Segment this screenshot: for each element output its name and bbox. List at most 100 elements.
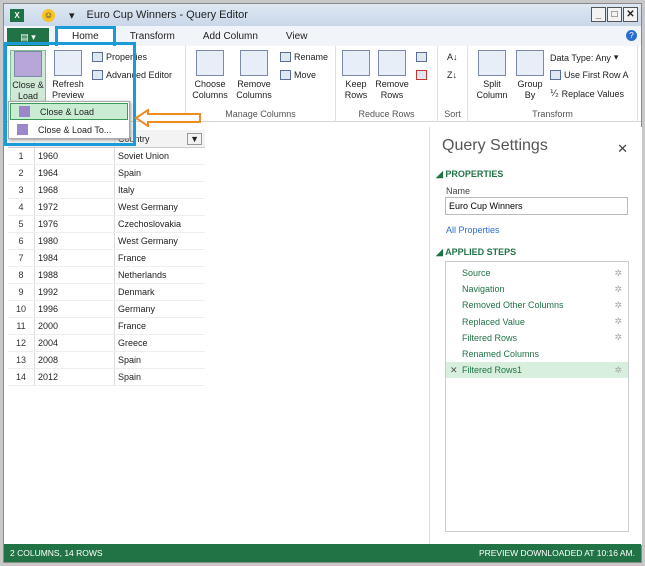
properties-button[interactable]: Properties <box>92 52 147 62</box>
gear-icon[interactable]: ✲ <box>614 284 622 295</box>
remove-rows-icon <box>378 50 406 76</box>
gear-icon[interactable]: ✲ <box>614 365 622 376</box>
menu-item-close-load-to[interactable]: Close & Load To... <box>9 121 129 138</box>
table-cell[interactable]: 1984 <box>34 250 114 266</box>
filter-icon[interactable]: ▼ <box>187 132 202 145</box>
smiley-icon[interactable]: ☺ <box>42 8 55 22</box>
data-grid: Country ▼ 1 1960 Soviet Union 2 1964 Spain 3 196… <box>8 130 205 386</box>
table-cell[interactable]: 2004 <box>34 335 114 351</box>
applied-step[interactable]: Replaced Value ✲ <box>446 314 628 330</box>
table-cell[interactable]: Soviet Union <box>114 148 205 164</box>
table-cell[interactable]: West Germany <box>114 199 205 215</box>
table-cell[interactable]: 1976 <box>34 216 114 232</box>
table-cell[interactable]: Greece <box>114 335 205 351</box>
remove-duplicates-icon[interactable] <box>416 52 427 62</box>
close-load-button[interactable]: Close & Load <box>10 50 46 103</box>
table-cell[interactable]: 2012 <box>34 369 114 385</box>
remove-columns-button[interactable]: Remove Columns <box>232 50 276 101</box>
table-cell[interactable]: Spain <box>114 352 205 368</box>
gear-icon[interactable]: ✲ <box>614 268 622 279</box>
file-menu-button[interactable]: ▤ ▾ <box>7 28 49 46</box>
tab-view[interactable]: View <box>272 28 322 46</box>
table-cell[interactable]: Spain <box>114 369 205 385</box>
maximize-button[interactable]: □ <box>607 7 622 22</box>
close-button[interactable]: ✕ <box>623 7 638 22</box>
properties-heading[interactable]: ◢ PROPERTIES <box>436 169 503 180</box>
minimize-button[interactable]: _ <box>591 7 606 22</box>
delete-step-icon[interactable]: ✕ <box>450 365 458 376</box>
group-by-button[interactable]: Group By <box>514 50 546 101</box>
move-icon <box>280 70 291 80</box>
table-cell[interactable]: 3 <box>8 185 34 195</box>
sort-descending-button[interactable]: Z↓ <box>447 70 457 80</box>
table-cell[interactable]: 13 <box>8 355 34 365</box>
sort-ascending-button[interactable]: A↓ <box>447 52 458 62</box>
applied-step[interactable]: Source ✲ <box>446 265 628 281</box>
table-cell[interactable]: 1972 <box>34 199 114 215</box>
data-type-dropdown[interactable]: Data Type: Any ▾ <box>550 52 618 63</box>
move-button[interactable]: Move <box>280 70 316 80</box>
choose-columns-button[interactable]: Choose Columns <box>190 50 230 101</box>
applied-step[interactable]: Renamed Columns <box>446 346 628 362</box>
table-cell[interactable]: 1988 <box>34 267 114 283</box>
label: Data Type: Any <box>550 52 611 63</box>
table-cell[interactable]: 7 <box>8 253 34 263</box>
applied-step[interactable]: Removed Other Columns ✲ <box>446 297 628 313</box>
close-pane-icon[interactable]: ✕ <box>617 141 628 157</box>
table-cell[interactable]: 12 <box>8 338 34 348</box>
table-cell[interactable]: Germany <box>114 301 205 317</box>
table-cell[interactable]: 2 <box>8 168 34 178</box>
table-cell[interactable]: 1992 <box>34 284 114 300</box>
table-cell[interactable]: 9 <box>8 287 34 297</box>
applied-step[interactable]: ✕ Filtered Rows1 ✲ <box>446 362 628 379</box>
table-cell[interactable]: 6 <box>8 236 34 246</box>
applied-step[interactable]: Filtered Rows ✲ <box>446 330 628 346</box>
table-row: 1 1960 Soviet Union <box>8 148 205 165</box>
table-cell[interactable]: 14 <box>8 372 34 382</box>
applied-steps-heading[interactable]: ◢ APPLIED STEPS <box>436 247 516 258</box>
table-cell[interactable]: 1968 <box>34 182 114 198</box>
advanced-editor-button[interactable]: Advanced Editor <box>92 70 172 80</box>
gear-icon[interactable]: ✲ <box>614 316 622 327</box>
table-cell[interactable]: 2008 <box>34 352 114 368</box>
table-cell[interactable]: 8 <box>8 270 34 280</box>
table-row: 12 2004 Greece <box>8 335 205 352</box>
qat-dropdown-icon[interactable]: ▾ <box>69 9 75 22</box>
remove-errors-icon[interactable] <box>416 70 427 80</box>
table-cell[interactable]: 1996 <box>34 301 114 317</box>
table-cell[interactable]: 2000 <box>34 318 114 334</box>
table-cell[interactable]: Spain <box>114 165 205 181</box>
table-cell[interactable]: 1980 <box>34 233 114 249</box>
gear-icon[interactable]: ✲ <box>614 332 622 343</box>
remove-rows-button[interactable]: Remove Rows <box>374 50 410 101</box>
table-cell[interactable]: Czechoslovakia <box>114 216 205 232</box>
use-first-row-button[interactable]: Use First Row A <box>550 70 629 80</box>
tab-home[interactable]: Home <box>55 26 116 46</box>
menu-item-close-load[interactable]: Close & Load <box>10 103 128 120</box>
rename-button[interactable]: Rename <box>280 52 328 62</box>
table-cell[interactable]: Italy <box>114 182 205 198</box>
replace-values-button[interactable]: ⅟₂ Replace Values <box>550 88 624 99</box>
table-cell[interactable]: 10 <box>8 304 34 314</box>
table-cell[interactable]: 5 <box>8 219 34 229</box>
keep-rows-button[interactable]: Keep Rows <box>340 50 372 101</box>
table-cell[interactable]: 1 <box>8 151 34 161</box>
tab-add-column[interactable]: Add Column <box>189 28 272 46</box>
all-properties-link[interactable]: All Properties <box>446 225 500 235</box>
tab-transform[interactable]: Transform <box>116 28 189 46</box>
table-cell[interactable]: West Germany <box>114 233 205 249</box>
table-cell[interactable]: France <box>114 318 205 334</box>
name-input[interactable] <box>445 197 628 215</box>
table-cell[interactable]: France <box>114 250 205 266</box>
table-cell[interactable]: 1960 <box>34 148 114 164</box>
table-cell[interactable]: 1964 <box>34 165 114 181</box>
applied-step[interactable]: Navigation ✲ <box>446 281 628 297</box>
gear-icon[interactable]: ✲ <box>614 300 622 311</box>
table-cell[interactable]: 11 <box>8 321 34 331</box>
split-column-button[interactable]: Split Column <box>472 50 512 101</box>
table-cell[interactable]: Netherlands <box>114 267 205 283</box>
table-cell[interactable]: 4 <box>8 202 34 212</box>
table-cell[interactable]: Denmark <box>114 284 205 300</box>
help-icon[interactable]: ? <box>626 30 637 41</box>
refresh-preview-button[interactable]: Refresh Preview <box>48 50 88 101</box>
